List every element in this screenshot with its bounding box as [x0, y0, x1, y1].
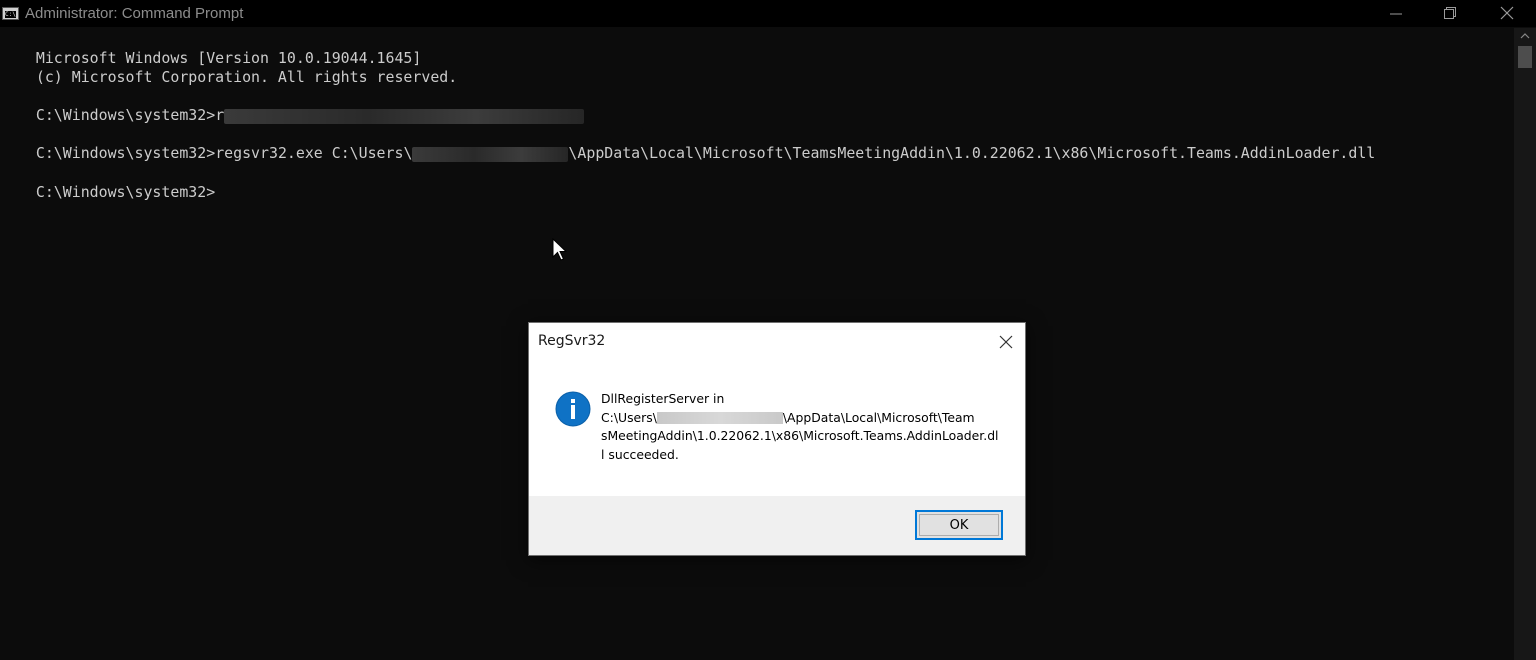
command-prompt-icon: C:\ [2, 7, 19, 20]
dialog-message: DllRegisterServer in C:\Users\ \AppData\L… [601, 391, 999, 462]
focus-rect [919, 514, 999, 536]
redacted-text [224, 108, 585, 124]
vertical-scrollbar[interactable] [1514, 28, 1536, 660]
ok-button[interactable]: OK [915, 510, 1003, 540]
dialog-title: RegSvr32 [538, 333, 606, 349]
scroll-thumb[interactable] [1518, 46, 1532, 68]
dialog-footer: OK [529, 496, 1025, 555]
console-line: C:\Windows\system32> [0, 162, 215, 201]
info-icon [555, 391, 591, 427]
close-icon [999, 335, 1013, 349]
prompt: C:\Windows\system32> [35, 144, 216, 162]
redacted-text [412, 146, 569, 162]
prompt: C:\Windows\system32> [35, 183, 216, 201]
restore-icon [1444, 7, 1456, 19]
console-line: C:\Windows\system32>r [0, 85, 585, 124]
console-line: C:\Windows\system32>regsvr32.exe C:\User… [35, 144, 1376, 162]
regsvr32-dialog: RegSvr32 DllRegisterServer in C:\Users\ \… [528, 322, 1026, 556]
dialog-close-button[interactable] [991, 329, 1021, 355]
scroll-up-arrow-icon[interactable] [1514, 28, 1536, 44]
mouse-cursor-icon [552, 238, 568, 261]
prompt: C:\Windows\system32> [35, 106, 216, 124]
console-line: Microsoft Windows [Version 10.0.19044.16… [35, 49, 422, 67]
minimize-button[interactable] [1368, 0, 1424, 27]
redacted-text [656, 412, 783, 424]
minimize-icon [1390, 13, 1402, 15]
title-bar: C:\ Administrator: Command Prompt [0, 0, 1536, 27]
close-icon [1500, 6, 1514, 20]
restore-button[interactable] [1422, 0, 1478, 27]
console-line: (c) Microsoft Corporation. All rights re… [35, 68, 458, 86]
window-title: Administrator: Command Prompt [25, 5, 244, 22]
close-button[interactable] [1478, 0, 1534, 27]
